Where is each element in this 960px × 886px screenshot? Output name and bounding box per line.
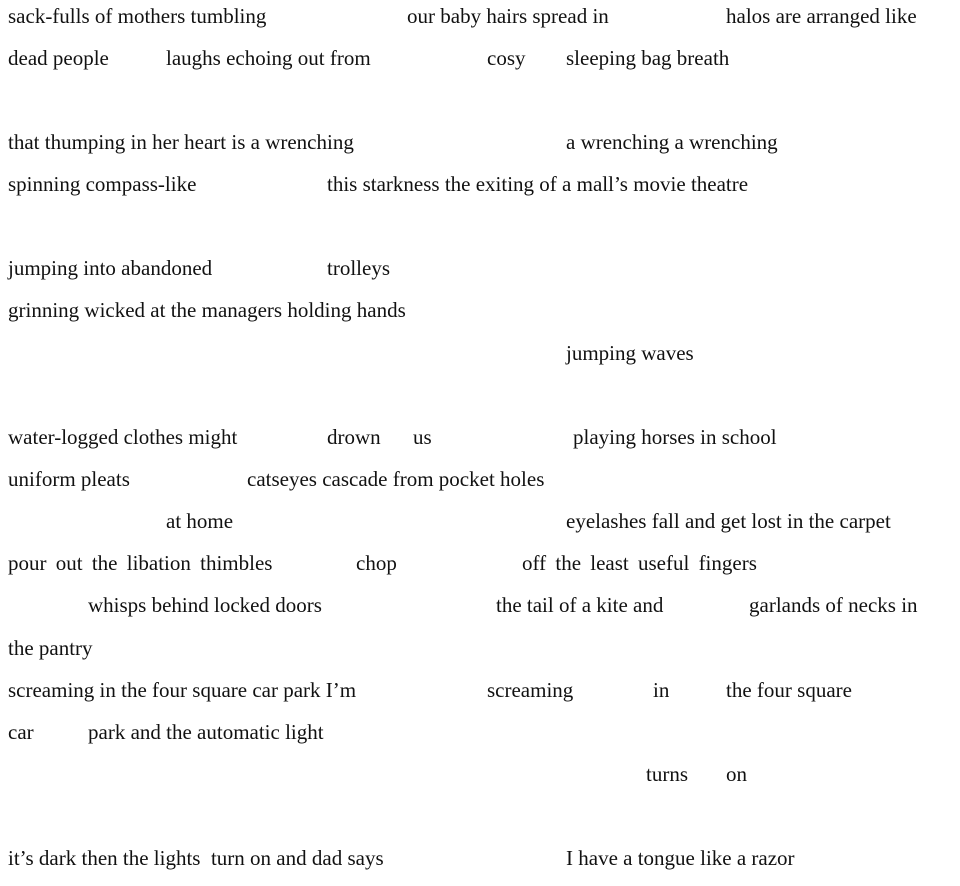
poem-fragment: drown (327, 425, 381, 449)
poem-fragment: on (726, 762, 747, 786)
poem-text: sack-fulls of mothers tumbling our baby … (0, 0, 960, 886)
poem-fragment: car (8, 720, 34, 744)
poem-fragment: it’s dark then the lights turn on and da… (8, 846, 384, 870)
poem-fragment: at home (166, 509, 234, 533)
poem-fragment: halos are arranged like (726, 4, 917, 28)
poem-fragment: grinning wicked at the managers holding … (8, 298, 406, 322)
poem-fragment: off the least useful fingers (522, 551, 757, 575)
poem-fragment: spinning compass-like (8, 172, 197, 196)
poem-fragment: jumping waves (566, 341, 694, 365)
poem-fragment: water-logged clothes might (8, 425, 238, 449)
poem-fragment: turns (646, 762, 688, 786)
poem-fragment: screaming (487, 678, 574, 702)
poem-fragment: a wrenching a wrenching (566, 130, 778, 154)
poem-fragment: sleeping bag breath (566, 46, 730, 70)
poem-fragment: catseyes cascade from pocket holes (247, 467, 545, 491)
poem-fragment: trolleys (327, 256, 390, 280)
poem-fragment: screaming in the four square car park I’… (8, 678, 357, 702)
poem-fragment: laughs echoing out from (166, 46, 371, 70)
poem-fragment: the pantry (8, 636, 93, 660)
poem-fragment: chop (356, 551, 397, 575)
poem-fragment: the tail of a kite and (496, 593, 664, 617)
poem-fragment: park and the automatic light (88, 720, 324, 744)
poem-fragment: in (653, 678, 670, 702)
poem-fragment: I have a tongue like a razor (566, 846, 795, 870)
poem-fragment: cosy (487, 46, 526, 70)
poem-fragment: the four square (726, 678, 852, 702)
poem-fragment: sack-fulls of mothers tumbling (8, 4, 267, 28)
poem-fragment: eyelashes fall and get lost in the carpe… (566, 509, 891, 533)
poem-fragment: our baby hairs spread in (407, 4, 609, 28)
poem-fragment: dead people (8, 46, 109, 70)
poem-fragment: playing horses in school (573, 425, 777, 449)
poem-fragment: jumping into abandoned (8, 256, 213, 280)
poem-fragment: that thumping in her heart is a wrenchin… (8, 130, 354, 154)
poem-fragment: whisps behind locked doors (88, 593, 322, 617)
poem-fragment: pour out the libation thimbles (8, 551, 273, 575)
poem-fragment: this starkness the exiting of a mall’s m… (327, 172, 749, 196)
poem-fragment: uniform pleats (8, 467, 130, 491)
poem-fragment: garlands of necks in (749, 593, 918, 617)
poem-fragment: us (413, 425, 432, 449)
